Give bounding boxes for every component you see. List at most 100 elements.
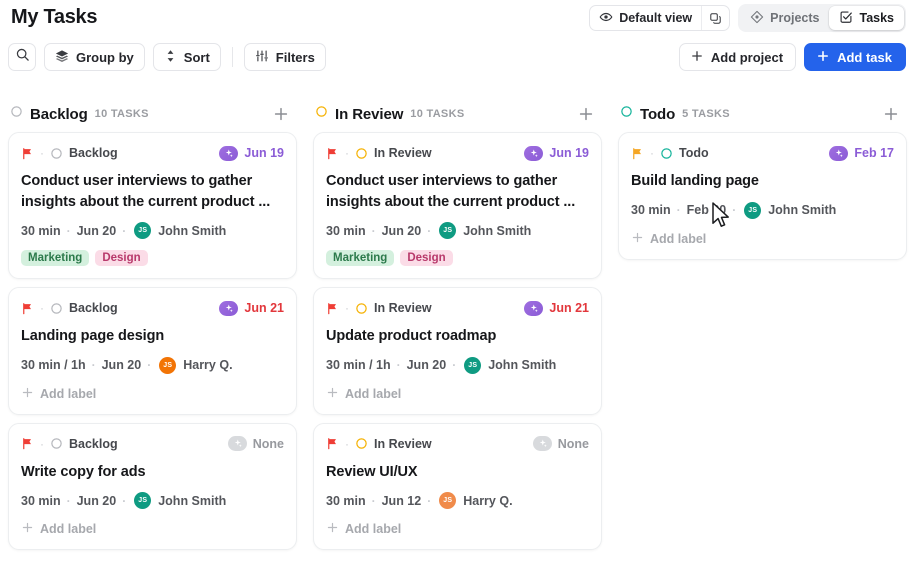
task-date: Jun 20 (76, 493, 117, 508)
default-view-main[interactable]: Default view (590, 6, 701, 30)
task-status-ring-icon[interactable] (50, 437, 63, 450)
task-due-date-chip[interactable]: Jun 21 (524, 300, 589, 316)
separator-dot: · (371, 493, 376, 508)
task-card[interactable]: · Backlog Jun 21 Landing page design 30 … (8, 287, 297, 415)
board-column-backlog: Backlog 10 TASKS · Backlog Jun 19 Conduct… (8, 96, 297, 578)
avatar[interactable]: JS (134, 492, 152, 510)
task-due-date-chip[interactable]: Feb 17 (829, 145, 894, 161)
separator-dot: · (40, 436, 44, 451)
task-meta-row: 30 min / 1h · Jun 20 · JS Harry Q. (21, 356, 284, 374)
group-by-button[interactable]: Group by (44, 43, 145, 71)
task-status-ring-icon[interactable] (355, 147, 368, 160)
task-due-date-chip[interactable]: None (532, 436, 589, 452)
separator-dot: · (650, 146, 654, 160)
task-status-ring-icon[interactable] (355, 437, 368, 450)
task-card[interactable]: · In Review None Review UI/UX 30 min · J… (313, 422, 602, 551)
separator-dot: · (40, 146, 44, 160)
task-due-date-chip[interactable]: Jun 19 (219, 145, 284, 161)
avatar[interactable]: JS (159, 356, 177, 374)
filters-button[interactable]: Filters (243, 43, 326, 71)
task-assignee-name: Harry Q. (183, 358, 233, 373)
task-title[interactable]: Build landing page (631, 171, 894, 192)
priority-flag-icon[interactable] (631, 147, 644, 160)
task-label-pill[interactable]: Design (95, 250, 148, 267)
task-label-pill[interactable]: Design (400, 250, 453, 267)
task-title[interactable]: Conduct user interviews to gather insigh… (21, 171, 284, 212)
add-label-button[interactable]: Add label (631, 231, 894, 247)
segment-projects[interactable]: Projects (740, 6, 829, 30)
plus-icon (21, 521, 34, 537)
task-date: Feb 20 (686, 203, 727, 218)
avatar[interactable]: JS (439, 222, 457, 240)
task-due-date-chip[interactable]: None (227, 436, 284, 452)
task-title[interactable]: Review UI/UX (326, 462, 589, 483)
task-title[interactable]: Conduct user interviews to gather insigh… (326, 171, 589, 212)
sort-arrows-icon (164, 49, 177, 66)
column-card-list: · Backlog Jun 19 Conduct user interviews… (8, 132, 297, 558)
task-status-ring-icon[interactable] (50, 147, 63, 160)
avatar[interactable]: JS (744, 201, 762, 219)
column-add-task-button[interactable] (270, 103, 292, 125)
priority-flag-icon[interactable] (326, 302, 339, 315)
task-card[interactable]: · In Review Jun 19 Conduct user intervie… (313, 132, 602, 280)
task-card[interactable]: · Todo Feb 17 Build landing page 30 min … (618, 132, 907, 260)
task-status-ring-icon[interactable] (355, 302, 368, 315)
priority-flag-icon[interactable] (326, 437, 339, 450)
task-status-ring-icon[interactable] (660, 147, 673, 160)
separator-dot: · (345, 146, 349, 160)
add-label-button[interactable]: Add label (326, 521, 589, 537)
task-meta-row: 30 min / 1h · Jun 20 · JS John Smith (326, 356, 589, 374)
board-toolbar: Group by Sort Filters Add project Add ta… (0, 39, 914, 79)
task-meta-row: 30 min · Jun 20 · JS John Smith (326, 222, 589, 240)
task-card[interactable]: · In Review Jun 21 Update product roadma… (313, 287, 602, 415)
task-status-label: Todo (679, 146, 709, 160)
add-label-button[interactable]: Add label (326, 386, 589, 402)
separator-dot: · (427, 493, 432, 508)
add-label-button[interactable]: Add label (21, 386, 284, 402)
segment-projects-label: Projects (770, 11, 820, 25)
add-task-button[interactable]: Add task (804, 43, 906, 71)
task-due-date-chip[interactable]: Jun 19 (524, 145, 589, 161)
task-duration: 30 min (21, 223, 61, 238)
task-label-pill[interactable]: Marketing (326, 250, 395, 267)
task-title[interactable]: Landing page design (21, 326, 284, 347)
priority-flag-icon[interactable] (21, 302, 34, 315)
column-header: Todo 5 TASKS (618, 96, 907, 132)
plus-icon (21, 386, 34, 402)
separator-dot: · (371, 223, 376, 238)
column-card-list: · Todo Feb 17 Build landing page 30 min … (618, 132, 907, 268)
segment-tasks[interactable]: Tasks (829, 6, 904, 30)
board-column-in-review: In Review 10 TASKS · In Review Jun 19 Con… (313, 96, 602, 578)
task-title[interactable]: Update product roadmap (326, 326, 589, 347)
task-status-ring-icon[interactable] (50, 302, 63, 315)
task-card[interactable]: · Backlog Jun 19 Conduct user interviews… (8, 132, 297, 280)
task-label-list: Marketing Design (326, 250, 589, 267)
sort-button[interactable]: Sort (152, 43, 221, 71)
task-status-label: In Review (374, 436, 432, 451)
task-due-date-text: Feb 17 (854, 146, 894, 160)
column-add-task-button[interactable] (575, 103, 597, 125)
add-project-button[interactable]: Add project (678, 43, 797, 71)
task-due-date-chip[interactable]: Jun 21 (219, 300, 284, 316)
task-title[interactable]: Write copy for ads (21, 462, 284, 483)
plus-icon (816, 49, 830, 66)
avatar[interactable]: JS (134, 222, 152, 240)
copy-icon[interactable] (701, 6, 729, 30)
avatar[interactable]: JS (439, 492, 457, 510)
task-label-pill[interactable]: Marketing (21, 250, 90, 267)
priority-flag-icon[interactable] (326, 147, 339, 160)
task-meta-row: 30 min · Jun 12 · JS Harry Q. (326, 492, 589, 510)
avatar[interactable]: JS (464, 356, 482, 374)
task-assignee-name: John Smith (463, 223, 532, 238)
separator-dot: · (345, 301, 349, 316)
task-card[interactable]: · Backlog None Write copy for ads 30 min… (8, 422, 297, 551)
search-button[interactable] (8, 43, 36, 71)
column-add-task-button[interactable] (880, 103, 902, 125)
add-label-button[interactable]: Add label (21, 521, 284, 537)
view-mode-segmented-control[interactable]: Projects Tasks (738, 4, 906, 32)
priority-flag-icon[interactable] (21, 147, 34, 160)
priority-flag-icon[interactable] (21, 437, 34, 450)
ai-sparkle-badge-icon (829, 145, 849, 161)
default-view-button[interactable]: Default view (589, 5, 731, 31)
task-meta-row: 30 min · Jun 20 · JS John Smith (21, 222, 284, 240)
